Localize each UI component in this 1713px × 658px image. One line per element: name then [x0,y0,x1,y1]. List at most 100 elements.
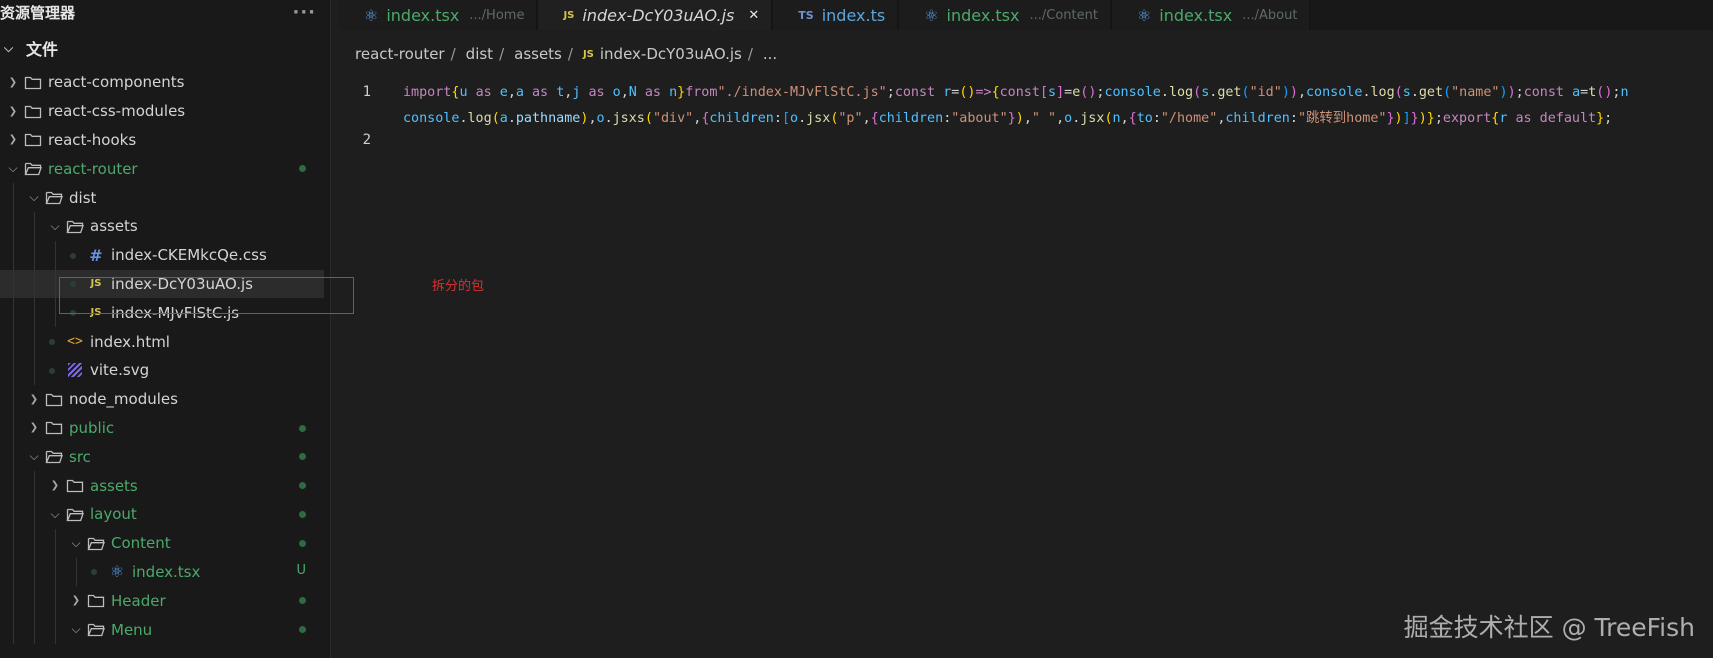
bullet-dot [70,310,76,317]
folder-open-icon [64,505,86,523]
tree-item-label: index-MJvFlStC.js [111,303,240,322]
tree-indent [67,306,85,319]
tree-file[interactable]: JS index-DcY03uAO.js [0,269,330,299]
editor-tab[interactable]: JS index-DcY03uAO.js ✕ [538,0,774,30]
folder-icon [85,592,107,610]
breadcrumb-item[interactable]: dist [466,45,493,63]
tree-folder[interactable]: ⌵ Menu [0,615,330,644]
react-icon: ⚛ [364,5,379,25]
code-editor[interactable]: 1 import{u as e,a as t,j as o,N as n}fro… [339,80,1713,658]
chevron-right-icon: ❯ [8,76,18,88]
breadcrumb-separator: / [567,45,573,63]
breadcrumb-label: assets [514,45,562,63]
indent-guide [55,528,56,644]
breadcrumb-label: index-DcY03uAO.js [599,45,742,63]
tree-file[interactable]: JS index-MJvFlStC.js [0,298,330,327]
editor-tab[interactable]: ⚛ index.tsx .../Content [899,0,1112,30]
tree-file[interactable]: vite.svg [0,356,330,385]
tab-description: .../Content [1029,7,1098,23]
folder-open-icon [22,160,44,178]
chevron-down-icon: ⌵ [8,161,18,176]
tree-item-label: layout [90,505,137,524]
tree-item-label: vite.svg [90,361,150,380]
tree-folder[interactable]: ⌵ assets [0,212,330,241]
chevron-down-icon: ⌵ [29,190,39,205]
chevron-right-icon: ❯ [8,105,18,117]
line-number: 2 [362,132,371,148]
git-status-dot [299,453,306,461]
react-icon: ⚛ [1136,5,1152,25]
tree-folder[interactable]: ⌵ layout [0,500,330,529]
breadcrumb-item[interactable]: JS index-DcY03uAO.js [583,45,742,63]
watermark: 掘金技术社区 @ TreeFish [1403,613,1695,642]
bullet-dot [70,281,76,288]
tab-title: index.ts [821,5,886,25]
indent-guide [34,212,35,385]
git-status-dot [299,482,306,490]
chevron-down-icon: ⌵ [29,449,39,464]
js-file-icon: JS [90,307,102,319]
code-text: import{u as e,a as t,j as o,N as n}from"… [403,84,1629,100]
tree-item-label: index-DcY03uAO.js [111,274,253,293]
git-status-dot [299,626,306,634]
tree-file[interactable]: # index-CKEMkcQe.css [0,241,330,270]
folder-icon [43,419,65,437]
breadcrumb-separator: / [450,45,456,63]
breadcrumb-label: ... [762,45,778,63]
chevron-down-icon: ⌵ [4,40,14,55]
tree-folder[interactable]: ⌵ dist [0,183,330,212]
breadcrumb-item[interactable]: ... [763,45,777,63]
tree-folder[interactable]: ❯ react-hooks [0,126,330,155]
more-actions-icon[interactable]: ··· [292,2,316,23]
tree-file[interactable]: ⚛ index.tsx U [0,558,330,587]
folder-open-icon [85,621,107,639]
tree-item-label: index.html [90,332,170,351]
tree-indent [46,335,64,348]
svg-file-icon [64,361,86,379]
tree-folder[interactable]: ⌵ src [0,442,330,471]
tree-indent [67,277,85,290]
tree-folder[interactable]: ❯ public [0,414,330,443]
indent-guide [34,471,35,644]
breadcrumb-item[interactable]: assets [514,45,562,63]
tree-folder[interactable]: ❯ assets [0,471,330,500]
tree-item-label: assets [90,476,138,495]
close-icon[interactable]: ✕ [748,8,759,23]
tree-folder[interactable]: ❯ react-components [0,68,330,97]
bullet-dot [49,339,55,346]
tree-folder[interactable]: ❯ node_modules [0,385,330,414]
chevron-right-icon: ❯ [8,134,18,146]
editor-tab[interactable]: ⚛ index.tsx .../About [1111,0,1312,30]
tree-folder[interactable]: ⌵ Content [0,529,330,558]
tree-file[interactable]: <> index.html [0,327,330,356]
tab-description: .../Home [469,7,525,23]
tab-title: index-DcY03uAO.js [582,5,735,25]
bullet-dot [91,569,97,576]
chevron-down-icon: ⌵ [71,535,81,550]
editor-tab[interactable]: TS index.ts [773,0,900,30]
css-file-icon: # [89,245,103,265]
indent-guide [76,557,77,587]
tree-item-label: public [69,418,115,437]
folder-open-icon [64,217,86,235]
folder-open-icon [85,534,107,552]
tree-folder[interactable]: ❯ Header [0,586,330,615]
files-section-header[interactable]: ⌵ 文件 [0,32,330,64]
files-section-label: 文件 [26,40,59,59]
js-file-icon: JS [90,278,102,290]
tree-folder[interactable]: ❯ react-css-modules [0,97,330,126]
react-icon: ⚛ [924,5,939,25]
tree-item-label: react-components [48,73,185,92]
folder-icon [22,73,44,91]
tree-folder[interactable]: ⌵ react-router [0,154,330,183]
tree-item-label: index-CKEMkcQe.css [111,246,267,265]
tree-indent [67,249,85,262]
breadcrumb-item[interactable]: react-router [355,45,445,63]
editor-tab[interactable]: ⚛ index.tsx .../Home [339,0,539,30]
tree-item-label: src [69,447,91,466]
tree-item-label: Menu [111,620,153,639]
chevron-down-icon: ⌵ [50,218,60,233]
annotation-label: 拆分的包 [432,279,485,294]
folder-open-icon [43,448,65,466]
tree-item-label: node_modules [69,390,178,409]
